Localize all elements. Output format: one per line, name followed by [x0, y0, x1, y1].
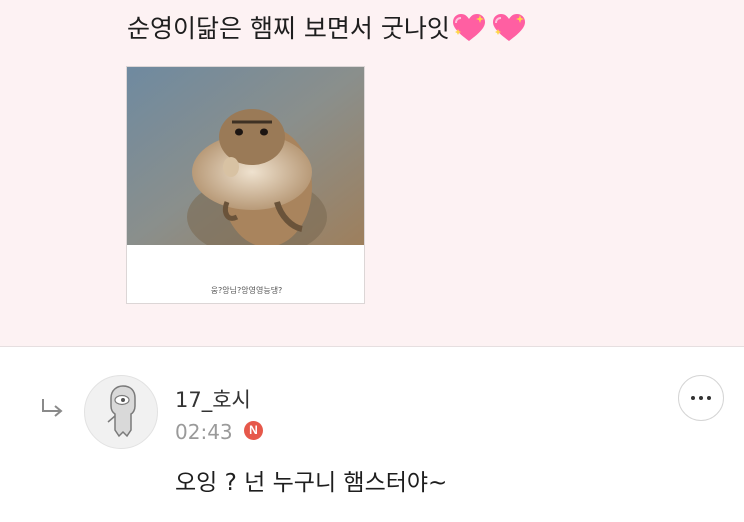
character-avatar-icon	[107, 385, 136, 438]
sparkling-heart-icon	[492, 13, 526, 43]
new-badge: N	[244, 421, 263, 440]
chipmunk-photo	[127, 67, 364, 245]
more-dot-icon	[691, 396, 695, 400]
reply-arrow-icon	[42, 399, 63, 417]
original-comment-panel: 순영이닮은 햄찌 보면서 굿나잇 웅?앙님?앙영영능댕?	[0, 0, 744, 347]
more-options-button[interactable]	[678, 375, 724, 421]
attached-image[interactable]: 웅?앙님?앙영영능댕?	[126, 66, 365, 304]
more-dot-icon	[707, 396, 711, 400]
comment-body: 순영이닮은 햄찌 보면서 굿나잇	[127, 14, 450, 43]
comment-text: 순영이닮은 햄찌 보면서 굿나잇	[127, 12, 526, 46]
sparkling-heart-icon	[452, 13, 486, 43]
emoji-group	[452, 12, 526, 46]
avatar[interactable]	[84, 375, 158, 449]
reply-text: 오잉 ? 넌 누구니 햄스터야~	[175, 470, 448, 496]
more-dot-icon	[699, 396, 703, 400]
reply-author[interactable]: 17_호시	[175, 384, 251, 414]
image-caption: 웅?앙님?앙영영능댕?	[210, 286, 283, 295]
reply-time: 02:43	[175, 420, 233, 444]
